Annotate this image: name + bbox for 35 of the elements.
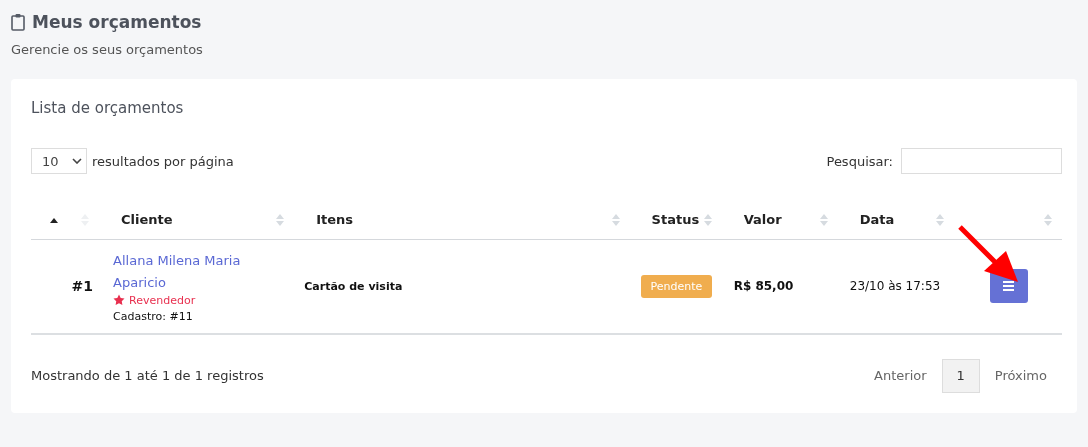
chevron-icon [72,158,82,164]
sort-icon[interactable] [611,214,620,226]
column-header[interactable]: Data [859,212,895,227]
items-text: Cartão de visita [304,279,403,293]
sort-icon[interactable] [703,214,712,226]
star-icon [113,294,126,307]
date-text: 23/10 às 17:53 [849,279,941,294]
sort-icon[interactable] [276,214,285,226]
clipboard-icon [11,13,25,31]
column-header[interactable]: Status [651,212,700,227]
column-header[interactable]: Itens [316,212,354,227]
column-header[interactable]: Cliente [121,212,173,227]
page-size-label: resultados por página [92,153,234,169]
results-info: Mostrando de 1 até 1 de 1 registros [31,368,264,383]
pagination-button[interactable]: Próximo [979,358,1062,393]
status-badge: Pendente [640,275,713,299]
sort-icon[interactable] [935,214,944,226]
sort-icon[interactable] [1044,214,1052,226]
search-field[interactable] [901,148,1062,174]
column-header[interactable]: Valor [743,212,782,227]
card-title: Lista de orçamentos [31,99,185,117]
sort-ascending-icon[interactable] [50,218,58,223]
registration-text: Cadastro: #11 [113,309,194,323]
page-title: Meus orçamentos [32,12,202,32]
pagination-button[interactable]: Anterior [859,358,942,393]
sort-icon[interactable] [819,214,828,226]
client-link[interactable]: Allana Milena Maria Aparicio [113,249,264,294]
page-size-select[interactable]: 10 [31,148,87,174]
order-number: #1 [71,278,94,295]
menu-icon [1003,281,1015,292]
page-subtitle: Gerencie os seus orçamentos [11,42,204,57]
value-text: R$ 85,00 [733,279,794,294]
search-label: Pesquisar: [826,153,893,169]
pagination-button[interactable]: 1 [941,358,980,393]
reseller-label: Revendedor [129,293,196,307]
